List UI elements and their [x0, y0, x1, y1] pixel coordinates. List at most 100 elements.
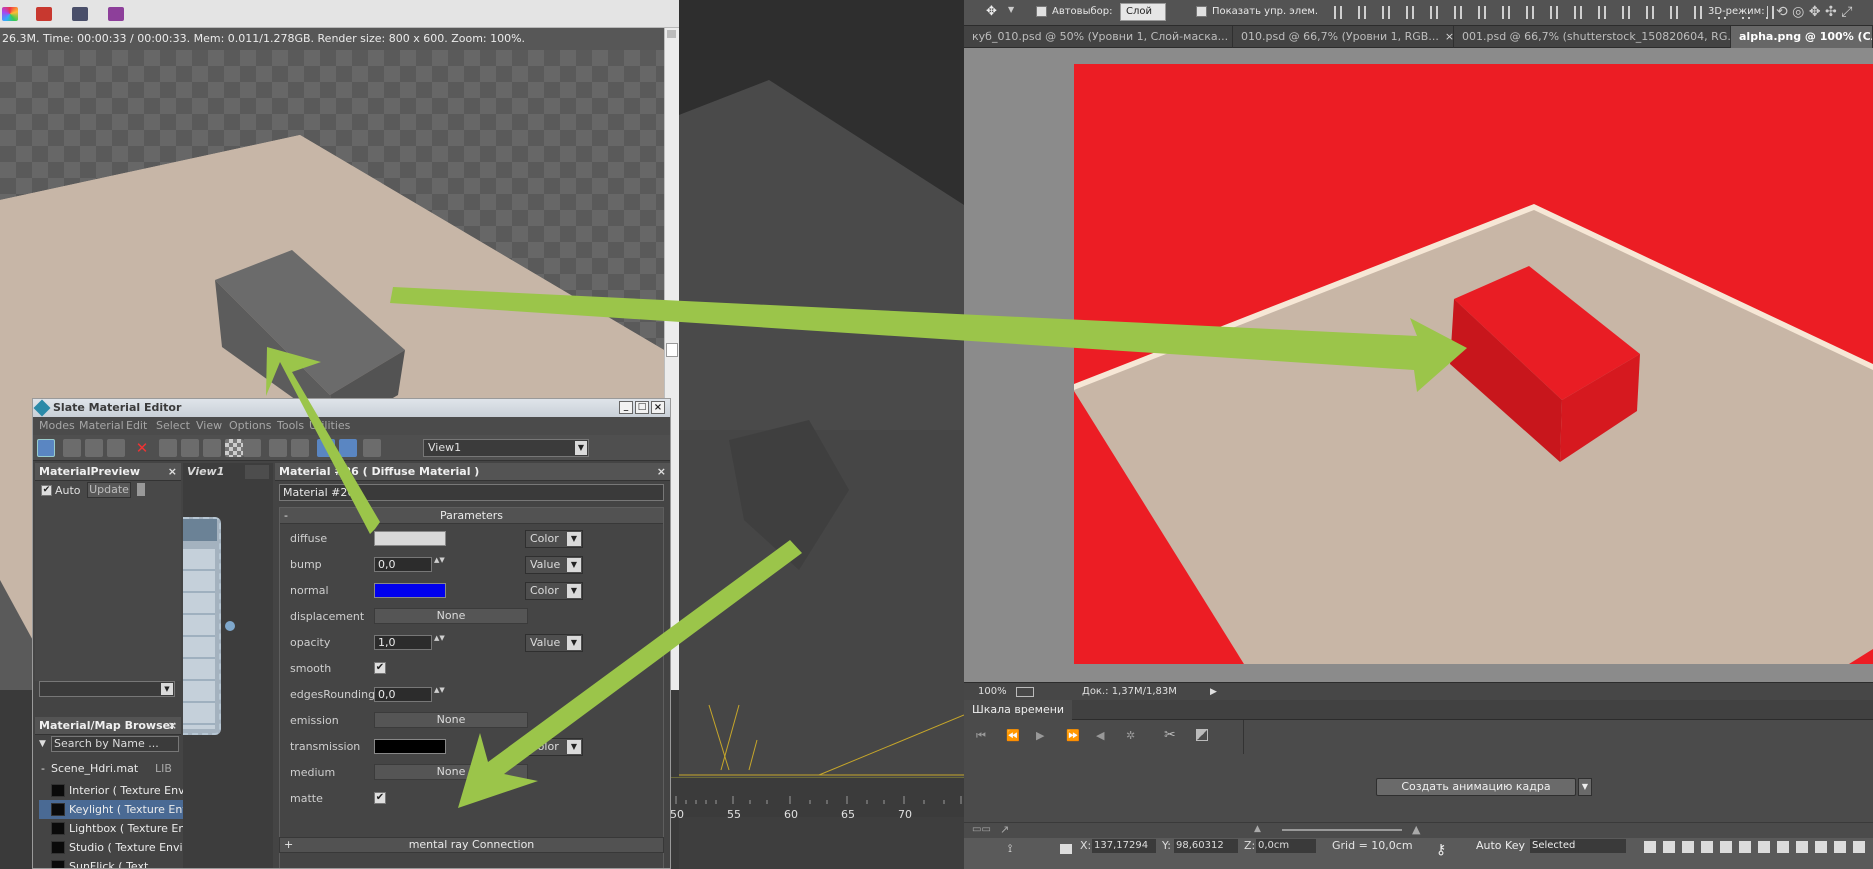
scissors-icon[interactable]: ✂ [1164, 727, 1176, 743]
settings-gear-icon[interactable]: ✲ [1126, 729, 1135, 742]
selection-lock-icon[interactable]: ⟟ [1008, 842, 1012, 856]
first-frame-icon[interactable]: ⏮ [976, 729, 986, 743]
convert-icon[interactable]: ↗ [1000, 823, 1009, 836]
chevron-down-icon[interactable]: ▼ [567, 558, 581, 572]
y-coord-field[interactable]: 98,60312 [1174, 839, 1238, 853]
menu-material[interactable]: Material [79, 417, 124, 435]
chevron-down-icon[interactable]: ▼ [567, 584, 581, 598]
diffuse-mode-select[interactable]: Color ▼ [525, 530, 583, 548]
ps-zoom-level[interactable]: 100% [978, 683, 1007, 701]
menu-modes[interactable]: Modes [39, 417, 75, 435]
parameters-rollout-header[interactable]: - Parameters [280, 508, 663, 524]
ps-tab-active[interactable]: alpha.png @ 100% (Слой 0, RGB/8) [1731, 26, 1873, 48]
view-tab[interactable]: View1 [187, 463, 224, 481]
put-to-scene-icon[interactable] [85, 439, 103, 457]
play-icon[interactable]: ▶ [1036, 729, 1044, 742]
menu-tools[interactable]: Tools [277, 417, 304, 435]
close-icon[interactable]: × [1445, 30, 1453, 43]
assign-material-icon[interactable] [107, 439, 125, 457]
prev-frame-icon[interactable]: ⏪ [1006, 729, 1020, 742]
chevron-down-icon[interactable]: ▼ [567, 740, 581, 754]
browser-item[interactable]: Studio ( Texture Envir... [39, 838, 199, 857]
ps-preview-icon[interactable] [1016, 687, 1034, 697]
move-tool-icon[interactable]: ✥ [986, 4, 1000, 20]
autoselect-checkbox[interactable] [1036, 6, 1047, 17]
color-swatch-transmission[interactable] [374, 739, 446, 754]
auto-checkbox[interactable]: ✔ [41, 485, 52, 496]
view-select[interactable]: View1 [423, 439, 589, 457]
close-icon[interactable]: × [651, 401, 665, 414]
color-swatch-diffuse[interactable] [374, 531, 446, 546]
menu-options[interactable]: Options [229, 417, 271, 435]
chevron-down-icon[interactable]: ▼ [567, 636, 581, 650]
browser-library-header[interactable]: - Scene_Hdri.mat LIB [39, 761, 179, 777]
spinner-arrows-icon[interactable]: ▲▼ [434, 687, 445, 702]
maximize-icon[interactable]: □ [635, 401, 649, 414]
key-filter-select[interactable]: Selected [1530, 839, 1626, 853]
autoselect-select[interactable]: Слой [1120, 3, 1166, 21]
update-button[interactable]: Update [87, 482, 131, 498]
emission-map-button[interactable]: None [374, 712, 528, 728]
browser-options-icon[interactable]: ▼ [39, 739, 46, 749]
max-viewport[interactable] [679, 0, 964, 869]
audio-icon[interactable]: ◀ [1096, 729, 1104, 742]
ps-document-canvas[interactable] [1074, 64, 1873, 664]
bump-mode-select[interactable]: Value ▼ [525, 556, 583, 574]
transmission-mode-select[interactable]: Color ▼ [525, 738, 583, 756]
opacity-spinner-field[interactable]: 1,0 [374, 635, 432, 650]
material-node[interactable] [183, 517, 221, 735]
layout-all-icon[interactable] [269, 439, 287, 457]
zoom-in-icon[interactable]: ▲ [1412, 823, 1420, 836]
ps-tab[interactable]: куб_010.psd @ 50% (Уровни 1, Слой-маска.… [964, 26, 1233, 48]
auto-key-button[interactable]: Auto Key [1476, 839, 1525, 852]
playback-controls[interactable] [1644, 841, 1869, 853]
hide-maps-icon[interactable] [181, 439, 199, 457]
browser-item[interactable]: SunFlick ( Text... [39, 857, 199, 868]
menu-utilities[interactable]: Utilities [309, 417, 350, 435]
show-controls-checkbox[interactable] [1196, 6, 1207, 17]
minimize-icon[interactable]: _ [619, 401, 633, 414]
layout-children-icon[interactable] [291, 439, 309, 457]
ps-tab[interactable]: 001.psd @ 66,7% (shutterstock_150820604,… [1454, 26, 1731, 48]
chevron-down-icon[interactable]: ▼ [161, 683, 173, 695]
absolute-mode-icon[interactable] [1060, 844, 1072, 854]
browser-item[interactable]: Lightbox ( Texture En... [39, 819, 199, 838]
create-frame-animation-button[interactable]: Создать анимацию кадра [1376, 778, 1576, 796]
show-end-result-icon[interactable] [243, 439, 261, 457]
material-map-browser-icon[interactable] [317, 439, 335, 457]
pick-material-icon[interactable] [63, 439, 81, 457]
spinner-arrows-icon[interactable]: ▲▼ [434, 557, 445, 572]
monitor-icon[interactable] [72, 7, 88, 21]
preview-options-icon[interactable] [137, 483, 145, 496]
close-icon[interactable]: × [168, 717, 177, 735]
displacement-map-button[interactable]: None [374, 608, 528, 624]
normal-mode-select[interactable]: Color ▼ [525, 582, 583, 600]
next-frame-icon[interactable]: ⏩ [1066, 729, 1080, 742]
browser-item[interactable]: Interior ( Texture Envi... [39, 781, 199, 800]
bump-spinner-field[interactable]: 0,0 [374, 557, 432, 572]
show-map-icon[interactable] [203, 439, 221, 457]
timeline-ruler[interactable]: 50 55 60 65 70 [670, 777, 964, 821]
film-strip-icon[interactable] [108, 7, 124, 21]
mr-connection-rollout[interactable]: + mental ray Connection [279, 837, 664, 853]
browser-item-selected[interactable]: Keylight ( Texture Envir... [39, 800, 199, 819]
select-by-material-icon[interactable] [363, 439, 381, 457]
chevron-down-icon[interactable]: ▼ [567, 532, 581, 546]
play-triangle-icon[interactable]: ▶ [1210, 683, 1217, 701]
move-children-icon[interactable] [159, 439, 177, 457]
chevron-down-icon[interactable]: ▼ [1578, 778, 1592, 796]
spinner-arrows-icon[interactable]: ▲▼ [434, 635, 445, 650]
close-icon[interactable]: × [657, 463, 666, 481]
view-node-area[interactable]: View1 [183, 463, 273, 868]
close-icon[interactable]: × [168, 463, 177, 481]
zoom-out-icon[interactable]: ▲ [1254, 824, 1261, 834]
3d-orbit-icons[interactable]: ⟲ ◎ ✥ ✣ ⤢ [1776, 4, 1853, 20]
chevron-down-icon[interactable]: ▼ [575, 441, 587, 455]
color-swatch-normal[interactable] [374, 583, 446, 598]
opacity-mode-select[interactable]: Value ▼ [525, 634, 583, 652]
menu-select[interactable]: Select [156, 417, 190, 435]
matte-checkbox[interactable]: ✔ [374, 792, 386, 804]
parameter-editor-icon[interactable] [339, 439, 357, 457]
material-name-field[interactable]: Material #26 [279, 484, 664, 501]
tool-preset-arrow-icon[interactable]: ▼ [1008, 5, 1014, 14]
